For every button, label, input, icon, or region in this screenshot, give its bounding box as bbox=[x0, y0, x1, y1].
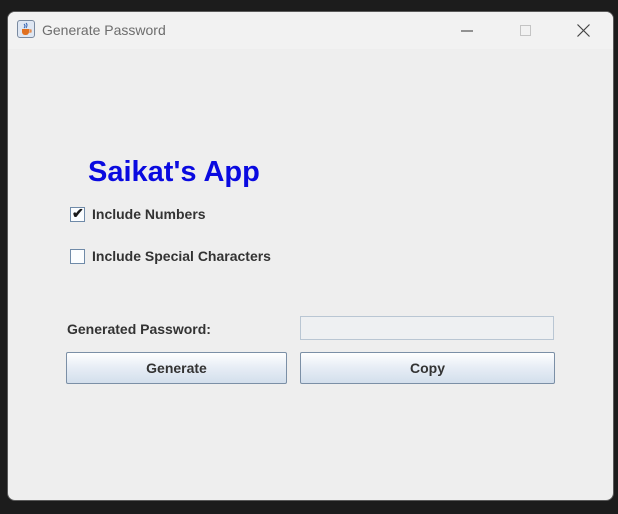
include-special-characters-checkbox[interactable]: Include Special Characters bbox=[70, 248, 271, 264]
include-numbers-label[interactable]: Include Numbers bbox=[92, 206, 206, 222]
close-icon bbox=[576, 24, 590, 37]
generate-button[interactable]: Generate bbox=[66, 352, 287, 384]
title-bar[interactable]: Generate Password bbox=[8, 12, 613, 49]
app-window: Generate Password Saikat's App ✔ Include… bbox=[7, 11, 614, 501]
minimize-icon bbox=[461, 30, 473, 31]
maximize-icon bbox=[519, 25, 531, 36]
close-button[interactable] bbox=[560, 12, 606, 49]
minimize-button[interactable] bbox=[444, 12, 490, 49]
checkmark-icon: ✔ bbox=[72, 204, 84, 221]
maximize-button[interactable] bbox=[502, 12, 548, 49]
checkbox-box[interactable] bbox=[70, 248, 85, 264]
app-heading: Saikat's App bbox=[88, 156, 260, 188]
java-cup-icon bbox=[17, 20, 35, 38]
include-special-characters-label[interactable]: Include Special Characters bbox=[92, 248, 271, 264]
generated-password-field[interactable] bbox=[300, 316, 554, 340]
window-title: Generate Password bbox=[42, 22, 166, 38]
checkbox-box[interactable]: ✔ bbox=[70, 204, 85, 222]
copy-button[interactable]: Copy bbox=[300, 352, 555, 384]
include-numbers-checkbox[interactable]: ✔ Include Numbers bbox=[70, 204, 206, 222]
generated-password-label: Generated Password: bbox=[67, 321, 211, 337]
